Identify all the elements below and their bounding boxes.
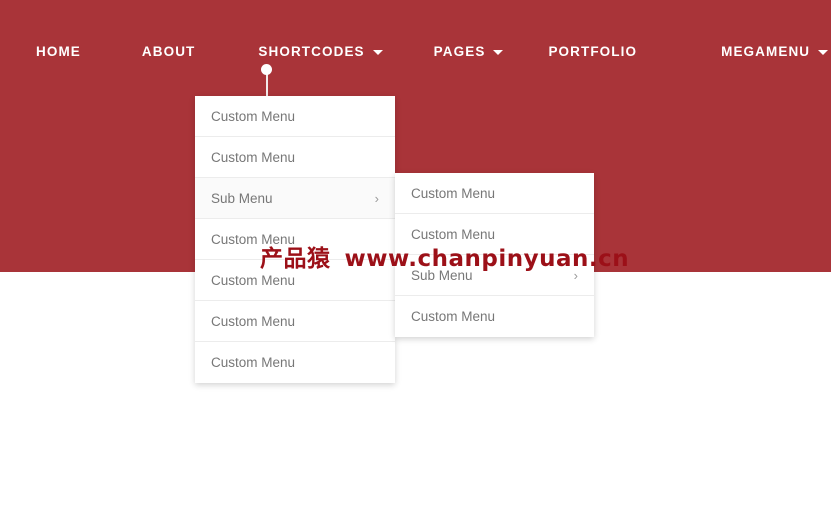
menu-item-label: Custom Menu (411, 309, 496, 324)
menu-item-label: Custom Menu (211, 150, 296, 165)
menu-item[interactable]: Custom Menu (195, 260, 395, 301)
chevron-down-icon (493, 49, 504, 55)
nav-item-label: PAGES (433, 43, 486, 59)
chevron-right-icon: › (374, 191, 379, 206)
primary-navigation: HOME ABOUT SHORTCODES PAGES PORTFOLIO ME… (0, 34, 831, 68)
active-menu-dot-icon (261, 64, 272, 75)
menu-item-label: Custom Menu (211, 314, 296, 329)
menu-item-label: Custom Menu (211, 232, 296, 247)
nav-item-shortcodes[interactable]: SHORTCODES (258, 43, 383, 59)
nav-item-home[interactable]: HOME (36, 44, 81, 59)
menu-item[interactable]: Custom Menu (195, 342, 395, 383)
menu-item[interactable]: Custom Menu (195, 96, 395, 137)
dropdown-menu-level-1: Custom Menu Custom Menu Sub Menu › Custo… (195, 96, 395, 383)
nav-item-label: MEGAMENU (721, 43, 811, 59)
menu-item-label: Custom Menu (211, 109, 296, 124)
menu-item-label: Sub Menu (211, 191, 273, 206)
menu-item-label: Custom Menu (411, 227, 496, 242)
menu-item-sub-menu[interactable]: Sub Menu › (395, 255, 594, 296)
menu-item[interactable]: Custom Menu (195, 219, 395, 260)
chevron-down-icon (372, 49, 383, 55)
nav-item-label: PORTFOLIO (548, 43, 638, 59)
nav-item-label: SHORTCODES (258, 43, 365, 59)
menu-item-label: Custom Menu (211, 355, 296, 370)
chevron-down-icon (818, 49, 829, 55)
menu-item[interactable]: Custom Menu (195, 137, 395, 178)
menu-item[interactable]: Custom Menu (395, 214, 594, 255)
menu-item-label: Sub Menu (411, 268, 473, 283)
dropdown-menu-level-2: Custom Menu Custom Menu Sub Menu › Custo… (395, 173, 594, 337)
nav-item-label: HOME (36, 43, 81, 59)
nav-item-pages[interactable]: PAGES (434, 44, 504, 59)
menu-item-label: Custom Menu (211, 273, 296, 288)
active-menu-stem (266, 72, 268, 96)
menu-item[interactable]: Custom Menu (395, 296, 594, 337)
menu-item[interactable]: Custom Menu (195, 301, 395, 342)
menu-item-sub-menu[interactable]: Sub Menu › (195, 178, 395, 219)
nav-item-about[interactable]: ABOUT (142, 44, 196, 59)
menu-item[interactable]: Custom Menu (395, 173, 594, 214)
nav-item-portfolio[interactable]: PORTFOLIO (548, 44, 637, 59)
menu-item-label: Custom Menu (411, 186, 496, 201)
chevron-right-icon: › (573, 268, 578, 283)
nav-item-label: ABOUT (141, 43, 196, 59)
nav-item-megamenu[interactable]: MEGAMENU (721, 43, 829, 59)
